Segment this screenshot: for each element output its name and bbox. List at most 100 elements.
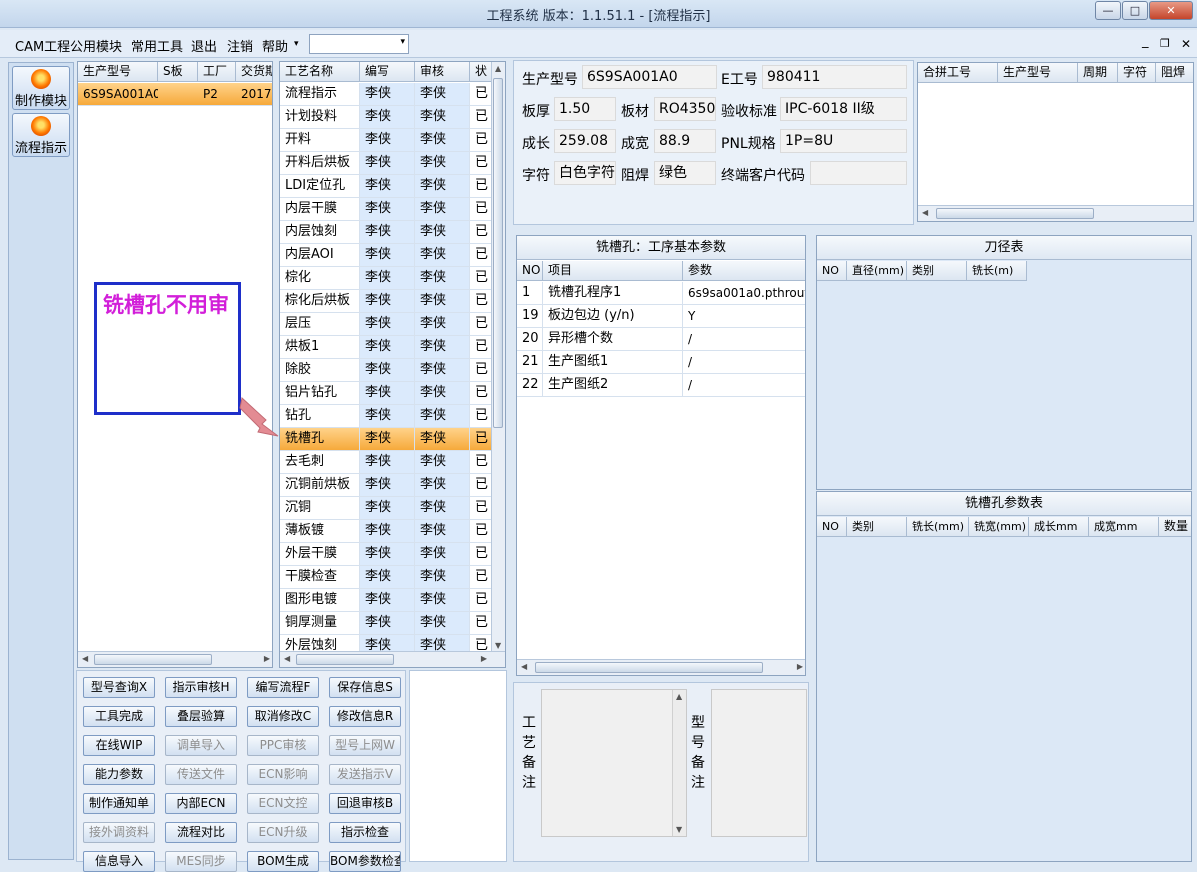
table-row[interactable]: 开料 李侠 李侠已 [280,129,491,152]
col-header[interactable]: 周期 [1078,63,1118,83]
eno-field[interactable]: 980411 [762,65,907,89]
action-button[interactable]: ECN升级 [247,822,319,843]
vertical-scrollbar[interactable]: ▲ ▼ [491,62,505,652]
nav-make-module[interactable]: 制作模块 [12,66,70,110]
col-header[interactable]: 铣长(m) [967,261,1027,281]
process-remark-field[interactable]: ▲ ▼ [541,689,687,837]
table-row[interactable]: 内层干膜 李侠 李侠已 [280,198,491,221]
maximize-button[interactable]: □ [1122,1,1148,20]
action-button[interactable]: 编写流程F [247,677,319,698]
table-row[interactable]: 铜厚测量 李侠 李侠已 [280,612,491,635]
col-header[interactable]: 合拼工号 [918,63,998,83]
col-header[interactable]: 审核 [415,62,470,82]
table-row[interactable]: 内层蚀刻 李侠 李侠已 [280,221,491,244]
table-row[interactable]: 钻孔 李侠 李侠已 [280,405,491,428]
toolbar-combo[interactable]: ▾ [309,34,409,54]
action-button[interactable]: 传送文件 [165,764,237,785]
table-row[interactable]: 铝片钻孔 李侠 李侠已 [280,382,491,405]
nav-flow-instruction[interactable]: 流程指示 [12,113,70,157]
col-header[interactable]: 字符 [1118,63,1156,83]
standard-field[interactable]: IPC-6018 II级 [780,97,907,121]
customer-code-field[interactable] [810,161,907,185]
scroll-thumb[interactable] [535,662,763,673]
table-row[interactable]: 干膜检查 李侠 李侠已 [280,566,491,589]
col-header[interactable]: NO [517,261,543,281]
col-header[interactable]: NO [817,517,847,537]
col-header[interactable]: 编写 [360,62,415,82]
menu-help[interactable]: 帮助 [262,36,288,55]
col-header[interactable]: 直径(mm) [847,261,907,281]
table-row[interactable]: 去毛刺 李侠 李侠已 [280,451,491,474]
col-header[interactable]: 成宽mm [1089,517,1159,537]
thickness-field[interactable]: 1.50 [554,97,616,121]
col-header[interactable]: 工厂 [198,62,236,82]
action-button[interactable]: 工具完成 [83,706,155,727]
col-header[interactable]: 成长mm [1029,517,1089,537]
action-button[interactable]: 取消修改C [247,706,319,727]
scroll-thumb[interactable] [493,78,503,428]
col-header[interactable]: 参数 [683,261,805,281]
table-row[interactable]: 薄板镀 李侠 李侠已 [280,520,491,543]
table-row[interactable]: 1 铣槽孔程序1 6s9sa001a0.pthrout [517,282,805,305]
table-row[interactable]: 20 异形槽个数 / [517,328,805,351]
table-row[interactable]: 22 生产图纸2/ [517,374,805,397]
table-row[interactable]: 铣槽孔 李侠 李侠已 [280,428,491,451]
action-button[interactable]: 指示检查 [329,822,401,843]
action-button[interactable]: 叠层验算 [165,706,237,727]
action-button[interactable]: 型号上网W [329,735,401,756]
menu-common-module[interactable]: 公用模块 [70,36,122,55]
col-header[interactable]: 状 [470,62,493,82]
horizontal-scrollbar[interactable]: ◀ [918,205,1193,221]
scroll-thumb[interactable] [94,654,212,665]
scroll-thumb[interactable] [296,654,394,665]
action-button[interactable]: 型号查询X [83,677,155,698]
table-row[interactable]: 开料后烘板 李侠 李侠已 [280,152,491,175]
menu-tools[interactable]: 常用工具 [131,36,183,55]
table-row[interactable]: 6S9SA001A0 P2 2017. [78,83,272,106]
table-row[interactable]: 棕化 李侠 李侠已 [280,267,491,290]
action-button[interactable]: 指示审核H [165,677,237,698]
col-header[interactable]: 类别 [847,517,907,537]
col-header[interactable]: NO [817,261,847,281]
table-row[interactable]: 沉铜 李侠 李侠已 [280,497,491,520]
col-header[interactable]: 项目 [543,261,683,281]
col-header[interactable]: 生产型号 [78,62,158,82]
table-row[interactable]: 外层干膜 李侠 李侠已 [280,543,491,566]
mdi-minimize-button[interactable]: _ [1142,34,1149,49]
silkscreen-field[interactable]: 白色字符 [554,161,616,185]
model-field[interactable]: 6S9SA001A0 [582,65,717,89]
horizontal-scrollbar[interactable]: ◀ ▶ [78,651,272,667]
close-button[interactable]: ✕ [1149,1,1193,20]
action-button[interactable]: 接外调资料 [83,822,155,843]
action-button[interactable]: PPC审核 [247,735,319,756]
vertical-scrollbar[interactable]: ▲ ▼ [672,690,686,836]
table-row[interactable]: 19 板边包边 (y/n) Y [517,305,805,328]
action-button[interactable]: 内部ECN [165,793,237,814]
minimize-button[interactable]: — [1095,1,1121,20]
col-header[interactable]: 铣长(mm) [907,517,969,537]
table-row[interactable]: 内层AOI 李侠 李侠已 [280,244,491,267]
table-row[interactable]: 计划投料 李侠 李侠已 [280,106,491,129]
action-button[interactable]: ECN文控 [247,793,319,814]
action-button[interactable]: 调单导入 [165,735,237,756]
action-button[interactable]: 制作通知单 [83,793,155,814]
model-remark-field[interactable] [711,689,807,837]
action-button[interactable]: 能力参数 [83,764,155,785]
width-field[interactable]: 88.9 [654,129,716,153]
col-header[interactable]: 生产型号 [998,63,1078,83]
col-header[interactable]: 铣宽(mm) [969,517,1029,537]
menu-logout[interactable]: 注销 [227,36,253,55]
scroll-thumb[interactable] [936,208,1094,219]
col-header[interactable]: 工艺名称 [280,62,360,82]
action-button[interactable]: 修改信息R [329,706,401,727]
table-row[interactable]: 沉铜前烘板 李侠 李侠已 [280,474,491,497]
table-row[interactable]: 21 生产图纸1/ [517,351,805,374]
horizontal-scrollbar[interactable]: ◀ ▶ [517,659,805,675]
col-header[interactable]: 阻焊 [1156,63,1193,83]
menu-cam[interactable]: CAM工程 [15,36,70,55]
mdi-close-button[interactable]: ✕ [1181,37,1191,51]
mdi-restore-button[interactable]: ❐ [1160,37,1170,50]
soldermask-field[interactable]: 绿色 [654,161,716,185]
action-button[interactable]: ECN影响 [247,764,319,785]
action-button[interactable]: 流程对比 [165,822,237,843]
